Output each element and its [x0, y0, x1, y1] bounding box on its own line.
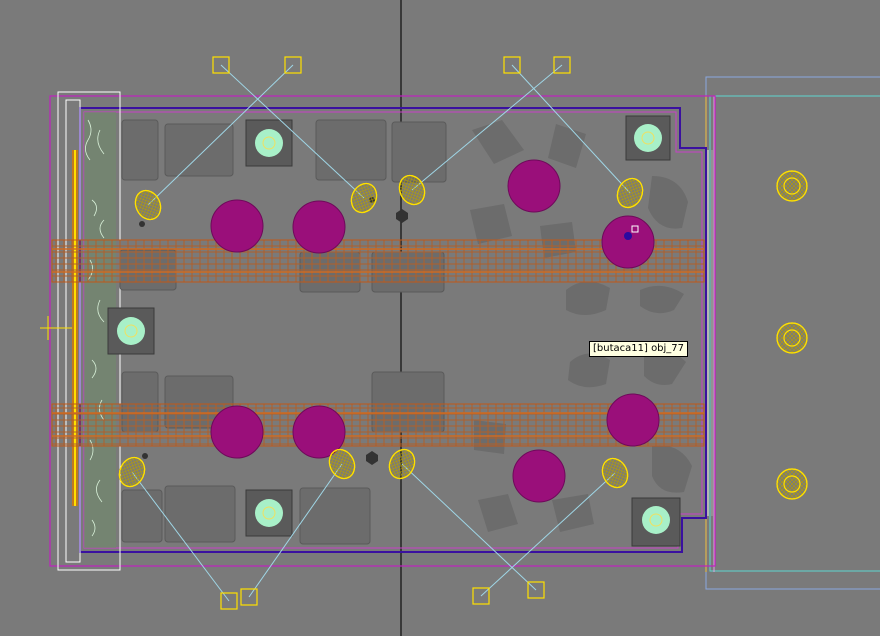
selected-pivot	[624, 232, 632, 240]
armchairs-square[interactable]	[119, 119, 447, 545]
scene-canvas[interactable]	[0, 0, 880, 636]
round-tables[interactable]	[210, 159, 660, 503]
armchairs-round[interactable]	[470, 120, 692, 532]
viewport-top[interactable]: [butaca11] obj_77	[0, 0, 880, 636]
terrace-globe-lamps[interactable]	[776, 170, 808, 500]
object-tooltip: [butaca11] obj_77	[589, 341, 689, 357]
beam-lower[interactable]	[52, 404, 704, 446]
